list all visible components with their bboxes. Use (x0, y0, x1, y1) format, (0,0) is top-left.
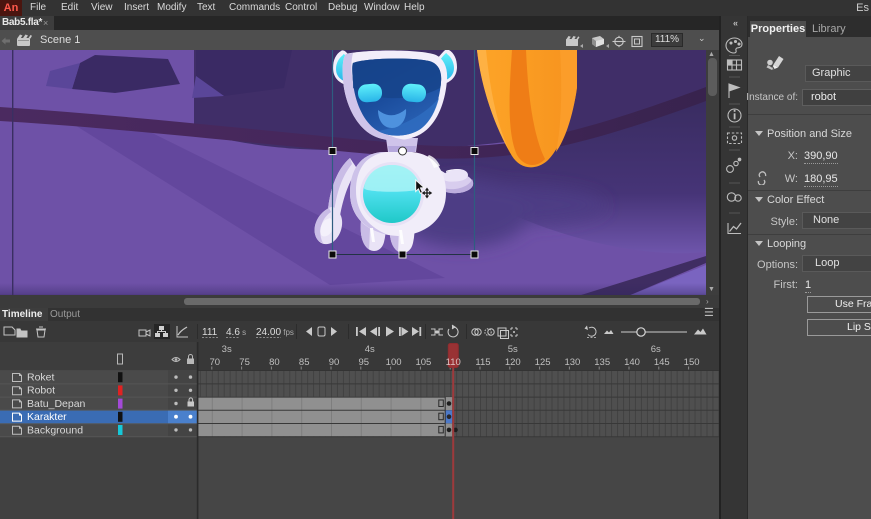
svg-text:145: 145 (654, 357, 670, 368)
svg-text:130: 130 (564, 357, 580, 368)
svg-text:125: 125 (535, 357, 551, 368)
svg-text:120: 120 (505, 357, 521, 368)
svg-text:«: « (733, 18, 738, 28)
svg-text:6s: 6s (651, 344, 661, 355)
svg-text:95: 95 (359, 357, 370, 368)
svg-text:111: 111 (202, 327, 218, 338)
svg-text:Batu_Depan: Batu_Depan (27, 398, 86, 410)
svg-text:4s: 4s (365, 344, 375, 355)
svg-text:80: 80 (269, 357, 280, 368)
svg-text:Roket: Roket (27, 372, 55, 384)
svg-text:5s: 5s (508, 344, 518, 355)
svg-text:70: 70 (210, 357, 221, 368)
svg-text:Karakter: Karakter (27, 411, 67, 423)
svg-text:75: 75 (239, 357, 250, 368)
svg-text:150: 150 (684, 357, 700, 368)
svg-text:4.6 s: 4.6 s (226, 327, 246, 338)
svg-text:100: 100 (386, 357, 402, 368)
svg-text:110: 110 (446, 357, 461, 368)
svg-text:105: 105 (415, 357, 431, 368)
svg-text:3s: 3s (222, 344, 232, 355)
svg-text:24.00 fps: 24.00 fps (256, 327, 294, 338)
svg-text:115: 115 (475, 357, 490, 368)
svg-text:135: 135 (594, 357, 610, 368)
svg-text:Robot: Robot (27, 385, 55, 397)
svg-text:90: 90 (329, 357, 340, 368)
svg-text:Background: Background (27, 424, 83, 436)
svg-text:85: 85 (299, 357, 310, 368)
svg-text:140: 140 (624, 357, 640, 368)
